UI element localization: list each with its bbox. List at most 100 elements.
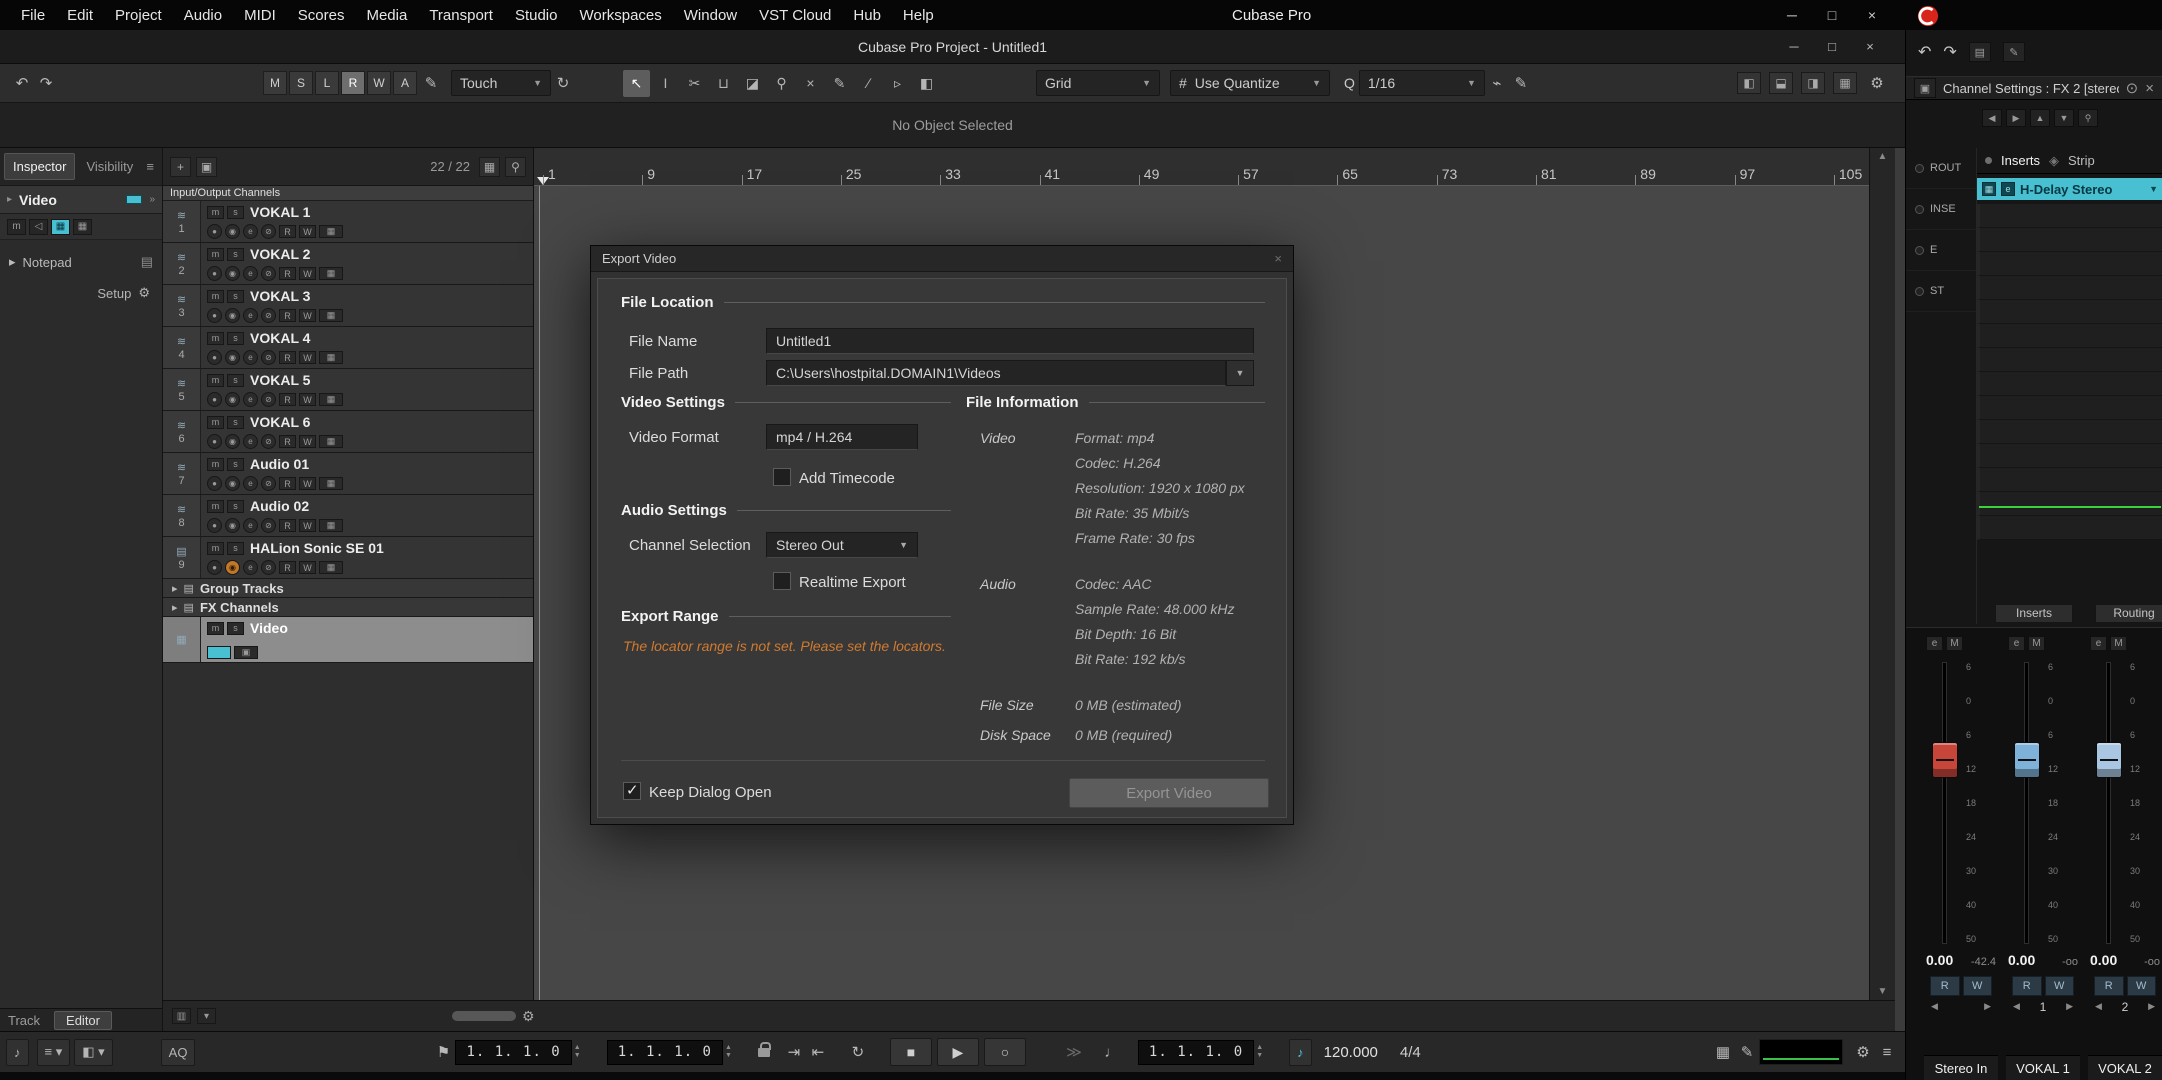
solo-button[interactable]: s [227,332,244,345]
edit-channel-button[interactable]: e [243,392,258,407]
scroll-down-icon[interactable]: ▼ [1878,986,1888,997]
automation-m-button[interactable]: M [263,71,287,95]
freeze-button[interactable]: ⊘ [261,350,276,365]
draw-tool[interactable]: ✎ [826,70,853,97]
setup-window-icon[interactable]: ▤ [1969,42,1991,62]
menu-edit[interactable]: Edit [56,0,104,30]
read-automation-button[interactable]: R [279,477,296,490]
monitor-icon[interactable]: ◁ [29,219,48,235]
read-automation-button[interactable]: R [279,561,296,574]
lower-zone-icon[interactable]: ⬓ [1769,72,1793,94]
tempo-value[interactable]: 120.000 [1324,1044,1378,1061]
menu-project[interactable]: Project [104,0,173,30]
menu-window[interactable]: Window [673,0,748,30]
close-icon[interactable]: × [1852,0,1892,30]
edit-channel-button[interactable]: e [243,224,258,239]
mute-tool[interactable]: × [797,70,824,97]
monitor-button[interactable]: ◉ [225,434,240,449]
tab-editor[interactable]: Editor [54,1011,112,1030]
channel-fader[interactable]: 606121824304050 [2006,654,2080,952]
menu-vst-cloud[interactable]: VST Cloud [748,0,842,30]
object-selection-tool[interactable]: ↖ [623,70,650,97]
read-automation-button[interactable]: R [279,435,296,448]
audio-activity-icon[interactable]: ♪ [6,1039,29,1066]
hamburger-icon[interactable]: ≡ [146,159,158,174]
edit-channel-button[interactable]: e [2090,636,2107,651]
read-button[interactable]: R [2012,976,2042,996]
empty-insert-slot[interactable] [1977,252,2162,276]
level-meter-icon[interactable]: ≡ ▾ [37,1039,71,1066]
edit-channel-button[interactable]: e [243,434,258,449]
left-zone-icon[interactable]: ◧ [1737,72,1761,94]
preset-icon[interactable]: ✎ [2003,42,2025,62]
read-automation-button[interactable]: R [279,225,296,238]
up-icon[interactable]: ▲ [2030,109,2050,127]
marker-flag-icon[interactable]: ⚑ [431,1039,455,1065]
video-format-input[interactable]: mp4 / H.264 [766,424,918,450]
record-arm-button[interactable]: ● [207,308,222,323]
minimize-icon[interactable]: ─ [1772,0,1812,30]
mute-button[interactable]: m [7,219,26,235]
tab-visibility[interactable]: Visibility [78,154,141,179]
track-vokal-4[interactable]: ≋4msVOKAL 4●◉e⊘RW▦ [163,327,533,369]
record-arm-button[interactable]: ● [207,518,222,533]
record-arm-button[interactable]: ● [207,224,222,239]
monitor-button[interactable]: ◉ [225,350,240,365]
mute-button[interactable]: m [207,416,224,429]
minimize-icon[interactable]: ─ [1775,30,1813,63]
redo-icon[interactable]: ↷ [1943,42,1956,62]
track-audio-02[interactable]: ≋8msAudio 02●◉e⊘RW▦ [163,495,533,537]
mute-button[interactable]: m [207,542,224,555]
track-halion-sonic-se-01[interactable]: ▤9msHALion Sonic SE 01●◉e⊘RW▦ [163,537,533,579]
position-display[interactable]: 1. 1. 1. 0 [1138,1040,1254,1065]
prev-channel-icon[interactable]: ◀ [2013,1001,2020,1012]
solo-button[interactable]: s [227,500,244,513]
track-group-tracks[interactable]: ▸▤Group Tracks [163,579,533,598]
range-selection-tool[interactable]: I [652,70,679,97]
automation-l-button[interactable]: L [315,71,339,95]
zoom-preset-icon[interactable]: ▥ [172,1008,191,1024]
monitor-button[interactable]: ◉ [225,224,240,239]
menu-help[interactable]: Help [892,0,945,30]
monitor-button[interactable]: ◉ [225,518,240,533]
lock-icon[interactable] [758,1048,770,1057]
automation-panel-icon[interactable]: ✎ [419,70,443,96]
tab-strip[interactable]: Strip [2068,153,2095,168]
redo-icon[interactable]: ↷ [34,70,58,96]
empty-insert-slot[interactable] [1977,396,2162,420]
setup-toolbar-gear-icon[interactable]: ⚙ [1865,70,1889,96]
add-timecode-checkbox[interactable] [773,468,791,486]
read-automation-button[interactable]: R [279,351,296,364]
section-strip[interactable]: ST [1906,271,1976,312]
track-presets-icon[interactable]: ▣ [196,157,217,177]
menu-workspaces[interactable]: Workspaces [569,0,673,30]
maximize-icon[interactable]: □ [1812,0,1852,30]
thumbnails-icon[interactable]: ▦ [51,219,70,235]
empty-insert-slot[interactable] [1977,276,2162,300]
mute-button[interactable]: M [2110,636,2127,651]
fader-cap[interactable] [2014,742,2040,778]
mute-button[interactable]: m [207,622,224,635]
gear-icon[interactable]: ⚙ [1851,1039,1875,1065]
prev-channel-icon[interactable]: ◀ [1982,109,2002,127]
color-tool[interactable]: ◧ [913,70,940,97]
notepad-section[interactable]: ▸ Notepad ▤ [0,250,162,274]
solo-button[interactable]: s [227,416,244,429]
menu-file[interactable]: File [10,0,56,30]
zoom-menu-icon[interactable]: ▾ [197,1008,216,1024]
empty-insert-slot[interactable] [1977,444,2162,468]
split-tool[interactable]: ✂ [681,70,708,97]
empty-insert-slot[interactable] [1977,372,2162,396]
read-button[interactable]: R [1930,976,1960,996]
menu-hub[interactable]: Hub [842,0,892,30]
pin-icon[interactable]: ⊙ [2126,79,2139,97]
menu-midi[interactable]: MIDI [233,0,287,30]
write-button[interactable]: W [2045,976,2075,996]
empty-insert-slot[interactable] [1977,468,2162,492]
record-arm-button[interactable]: ● [207,560,222,575]
inspector-setup[interactable]: Setup ⚙ [0,282,162,304]
read-automation-button[interactable]: R [279,393,296,406]
write-automation-button[interactable]: W [299,561,316,574]
search-icon[interactable]: ⚲ [505,157,526,177]
write-automation-button[interactable]: W [299,351,316,364]
